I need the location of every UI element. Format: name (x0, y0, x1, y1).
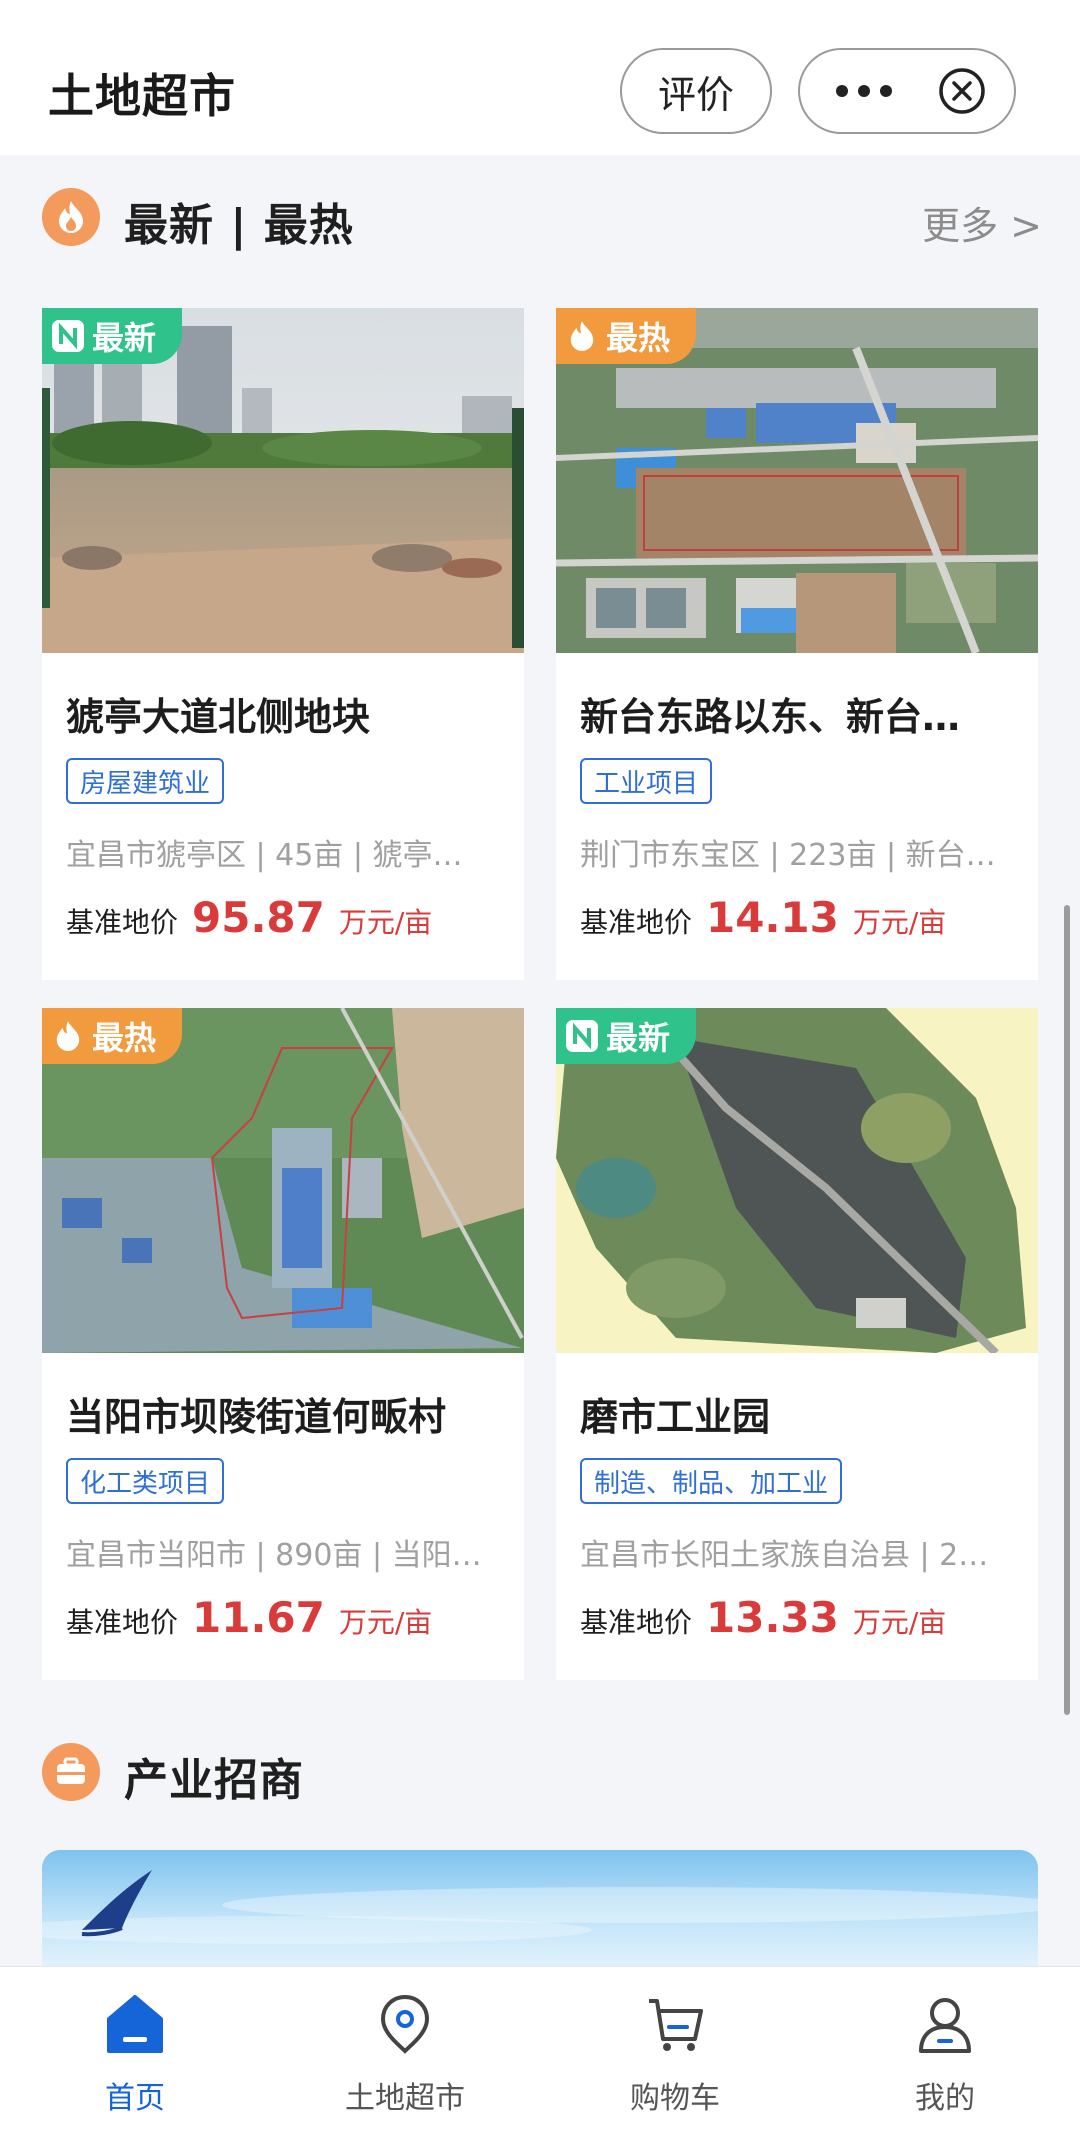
tab-cart[interactable]: 购物车 (540, 1967, 810, 2145)
badge-hot: 最热 (42, 1008, 183, 1064)
price-label: 基准地价 (580, 906, 693, 939)
industry-tag: 工业项目 (580, 758, 713, 804)
mini-program-capsule (798, 48, 1016, 134)
more-options-icon[interactable] (824, 50, 904, 132)
tab-land-market[interactable]: 土地超市 (270, 1967, 540, 2145)
section-title: 产业招商 (124, 1755, 304, 1806)
price-value: 14.13 (706, 893, 839, 942)
top-bar: 土地超市 评价 (0, 0, 1080, 155)
land-photo: 最热 (556, 308, 1038, 653)
badge-label: 最新 (92, 319, 157, 357)
price-label: 基准地价 (66, 906, 179, 939)
more-link[interactable]: 更多 > (922, 195, 1042, 250)
rate-button[interactable]: 评价 (620, 48, 772, 134)
bird-logo-icon (42, 1870, 1038, 1944)
land-photo: 最热 (42, 1008, 524, 1353)
land-title: 当阳市坝陵街道何畈村 (66, 1395, 447, 1439)
scrollbar[interactable] (1064, 905, 1070, 1715)
land-card[interactable]: 最新 磨市工业园 制造、制品、加工业 宜昌市长阳土家族自治县 | 2… 基准地价… (556, 1008, 1038, 1680)
flame-section-icon (42, 188, 100, 246)
section-title: 最新 | 最热 (124, 200, 354, 251)
close-icon[interactable] (938, 67, 986, 115)
badge-new: 最新 (42, 308, 183, 364)
section-header-latest-hot: 最新 | 最热 更多 > (42, 183, 1042, 253)
cart-icon (649, 1999, 703, 2051)
price-unit: 万元/亩 (338, 906, 433, 939)
badge-label: 最新 (606, 1019, 671, 1057)
section-header-industry: 产业招商 (42, 1738, 1042, 1808)
price-row: 基准地价 11.67 万元/亩 (66, 1593, 432, 1642)
price-unit: 万元/亩 (852, 906, 947, 939)
page-title: 土地超市 (48, 69, 236, 123)
badge-label: 最热 (92, 1019, 157, 1057)
price-value: 95.87 (192, 893, 325, 942)
industry-tag: 制造、制品、加工业 (580, 1458, 843, 1504)
badge-new: 最新 (556, 1008, 697, 1064)
home-icon (107, 1995, 163, 2053)
industry-tag: 化工类项目 (66, 1458, 225, 1504)
land-meta: 宜昌市当阳市 | 890亩 | 当阳… (66, 1538, 482, 1573)
tab-label: 我的 (915, 2081, 975, 2116)
tab-mine[interactable]: 我的 (810, 1967, 1080, 2145)
industry-tag: 房屋建筑业 (66, 758, 225, 804)
price-row: 基准地价 13.33 万元/亩 (580, 1593, 946, 1642)
land-meta: 宜昌市长阳土家族自治县 | 2… (580, 1538, 989, 1573)
land-card[interactable]: 最热 新台东路以东、新台… 工业项目 荆门市东宝区 | 223亩 | 新台… 基… (556, 308, 1038, 980)
badge-hot: 最热 (556, 308, 697, 364)
price-value: 13.33 (706, 1593, 839, 1642)
land-title: 新台东路以东、新台… (580, 695, 961, 739)
price-value: 11.67 (192, 1593, 325, 1642)
land-title: 猇亭大道北侧地块 (66, 695, 371, 739)
flame-icon (564, 318, 600, 354)
new-badge-icon (50, 318, 86, 354)
industry-banner[interactable] (42, 1850, 1038, 1970)
bottom-tab-bar: 首页 土地超市 购物车 我的 (0, 1966, 1080, 2145)
price-label: 基准地价 (580, 1606, 693, 1639)
price-unit: 万元/亩 (852, 1606, 947, 1639)
badge-label: 最热 (606, 319, 671, 357)
briefcase-section-icon (42, 1743, 100, 1801)
tab-label: 购物车 (630, 2081, 720, 2116)
tab-home[interactable]: 首页 (0, 1967, 270, 2145)
location-pin-icon (380, 1994, 430, 2054)
land-title: 磨市工业园 (580, 1395, 771, 1439)
land-meta: 荆门市东宝区 | 223亩 | 新台… (580, 838, 996, 873)
land-card[interactable]: 最新 猇亭大道北侧地块 房屋建筑业 宜昌市猇亭区 | 45亩 | 猇亭… 基准地… (42, 308, 524, 980)
land-meta: 宜昌市猇亭区 | 45亩 | 猇亭… (66, 838, 463, 873)
price-label: 基准地价 (66, 1606, 179, 1639)
tab-label: 首页 (105, 2081, 165, 2116)
price-row: 基准地价 95.87 万元/亩 (66, 893, 432, 942)
land-card[interactable]: 最热 当阳市坝陵街道何畈村 化工类项目 宜昌市当阳市 | 890亩 | 当阳… … (42, 1008, 524, 1680)
flame-icon (50, 1018, 86, 1054)
price-row: 基准地价 14.13 万元/亩 (580, 893, 946, 942)
land-photo: 最新 (556, 1008, 1038, 1353)
new-badge-icon (564, 1018, 600, 1054)
price-unit: 万元/亩 (338, 1606, 433, 1639)
tab-label: 土地超市 (345, 2081, 465, 2116)
user-icon (919, 1998, 971, 2053)
land-photo: 最新 (42, 308, 524, 653)
